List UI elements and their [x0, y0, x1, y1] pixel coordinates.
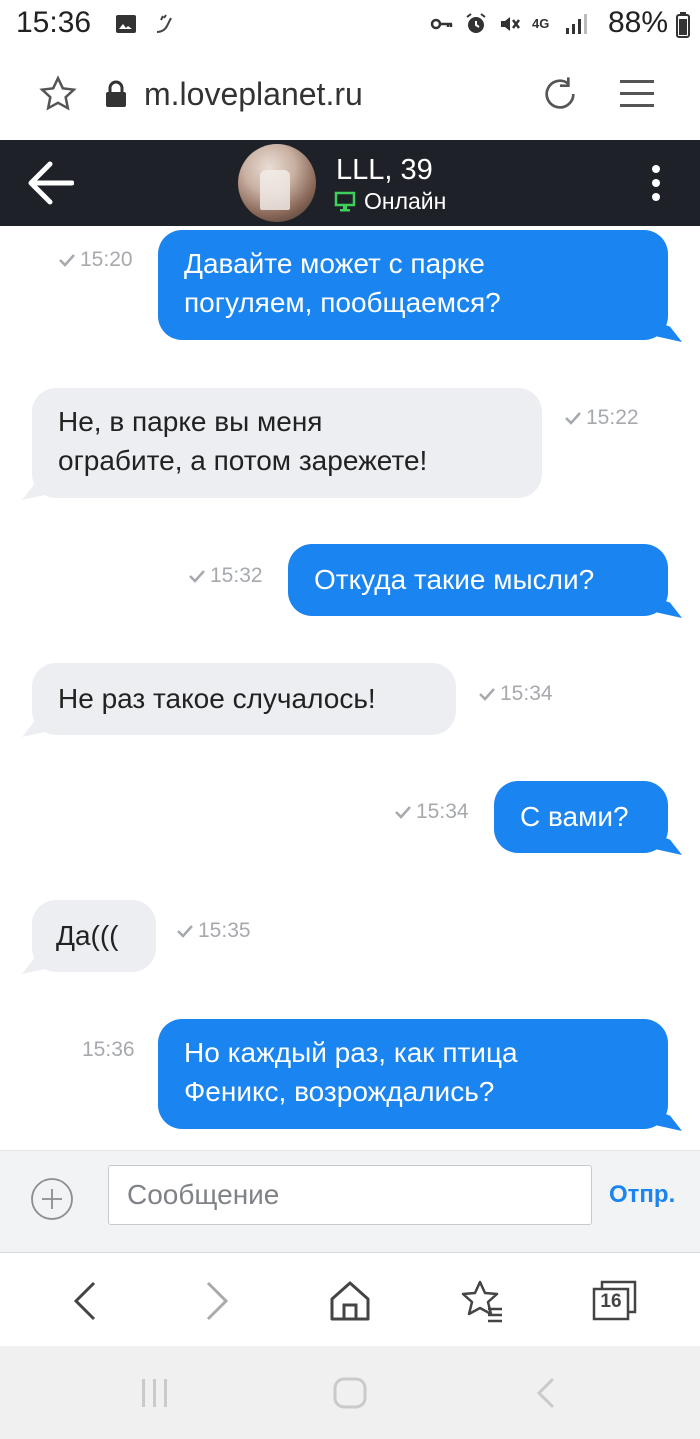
message-time: 15:34	[416, 800, 469, 823]
message-timestamp: 15:34	[478, 682, 553, 706]
message-timestamp: 15:32	[188, 564, 263, 588]
status-time: 15:36	[16, 6, 92, 39]
message-time: 15:22	[586, 406, 639, 429]
message-bubble-incoming[interactable]: Да(((	[32, 900, 156, 972]
message-timestamp: 15:36	[82, 1038, 135, 1062]
desktop-online-icon	[334, 191, 356, 211]
message-text: Но каждый раз, как птица Феникс, возрожд…	[184, 1037, 518, 1107]
status-bar: 15:36 4G 88%	[0, 0, 700, 50]
contact-status: Онлайн	[334, 188, 446, 215]
battery-percent: 88%	[607, 6, 668, 39]
read-check-icon	[189, 570, 205, 583]
message-timestamp: 15:34	[394, 800, 469, 824]
status-right-icons: 4G	[430, 12, 588, 36]
signal-icon	[566, 14, 587, 34]
contact-name[interactable]: LLL, 39	[336, 154, 433, 187]
message-input[interactable]: Сообщение	[108, 1165, 592, 1225]
message-text: Давайте может с парке погуляем, пообщаем…	[184, 248, 501, 318]
message-bubble-incoming[interactable]: Не, в парке вы меня ограбите, а потом за…	[32, 388, 542, 498]
recent-apps-icon[interactable]	[138, 1376, 172, 1410]
message-time: 15:35	[198, 919, 251, 942]
message-bubble-outgoing[interactable]: Откуда такие мысли?	[288, 544, 668, 616]
system-back-icon[interactable]	[534, 1376, 558, 1410]
read-check-icon	[177, 925, 193, 938]
contact-status-text: Онлайн	[364, 188, 447, 214]
message-bubble-incoming[interactable]: Не раз такое случалось!	[32, 663, 456, 735]
message-bubble-outgoing[interactable]: С вами?	[494, 781, 668, 853]
read-check-icon	[395, 806, 411, 819]
message-timestamp: 15:20	[58, 248, 133, 272]
message-text: Не раз такое случалось!	[58, 683, 376, 714]
message-composer: Сообщение Отпр.	[0, 1150, 700, 1253]
read-check-icon	[565, 412, 581, 425]
browser-url-bar: m.loveplanet.ru	[0, 50, 700, 140]
browser-forward-icon[interactable]	[202, 1279, 232, 1323]
browser-menu-icon[interactable]	[618, 76, 656, 112]
browser-toolbar: 16	[0, 1252, 700, 1347]
tabs-count: 16	[600, 1291, 622, 1312]
bookmark-star-icon[interactable]	[38, 74, 78, 114]
message-time: 15:32	[210, 564, 263, 587]
message-timestamp: 15:35	[176, 919, 251, 943]
battery-icon	[676, 12, 690, 38]
message-list[interactable]: Давайте может с парке погуляем, пообщаем…	[0, 226, 700, 1150]
contact-avatar[interactable]	[238, 144, 316, 222]
alarm-icon	[466, 13, 486, 33]
status-left-icons	[114, 12, 176, 36]
browser-home-icon[interactable]	[328, 1279, 372, 1323]
message-text: Откуда такие мысли?	[314, 564, 595, 595]
key-icon	[430, 18, 453, 30]
url-text[interactable]: m.loveplanet.ru	[144, 76, 363, 113]
send-button[interactable]: Отпр.	[609, 1181, 675, 1209]
chat-header: LLL, 39 Онлайн	[0, 140, 700, 226]
message-bubble-outgoing[interactable]: Давайте может с парке погуляем, пообщаем…	[158, 230, 668, 340]
message-text: Да(((	[56, 920, 119, 951]
hand-wave-icon	[156, 14, 172, 33]
gallery-icon	[116, 15, 136, 33]
lock-icon	[106, 80, 126, 107]
attach-plus-icon[interactable]	[30, 1177, 74, 1221]
message-bubble-outgoing[interactable]: Но каждый раз, как птица Феникс, возрожд…	[158, 1019, 668, 1129]
message-time: 15:34	[500, 682, 553, 705]
system-navigation-bar	[0, 1346, 700, 1439]
bookmarks-icon[interactable]	[460, 1279, 504, 1323]
browser-back-icon[interactable]	[70, 1279, 100, 1323]
read-check-icon	[479, 688, 495, 701]
network-type-label: 4G	[532, 16, 550, 31]
back-arrow-icon[interactable]	[26, 160, 74, 206]
message-text: С вами?	[520, 801, 629, 832]
more-options-icon[interactable]	[646, 164, 666, 204]
message-timestamp: 15:22	[564, 406, 639, 430]
message-time: 15:36	[82, 1038, 135, 1061]
mute-icon	[501, 17, 520, 31]
home-icon[interactable]	[332, 1376, 368, 1410]
reload-icon[interactable]	[540, 74, 580, 114]
message-time: 15:20	[80, 248, 133, 271]
message-text: Не, в парке вы меня ограбите, а потом за…	[58, 406, 428, 476]
read-check-icon	[59, 254, 75, 267]
